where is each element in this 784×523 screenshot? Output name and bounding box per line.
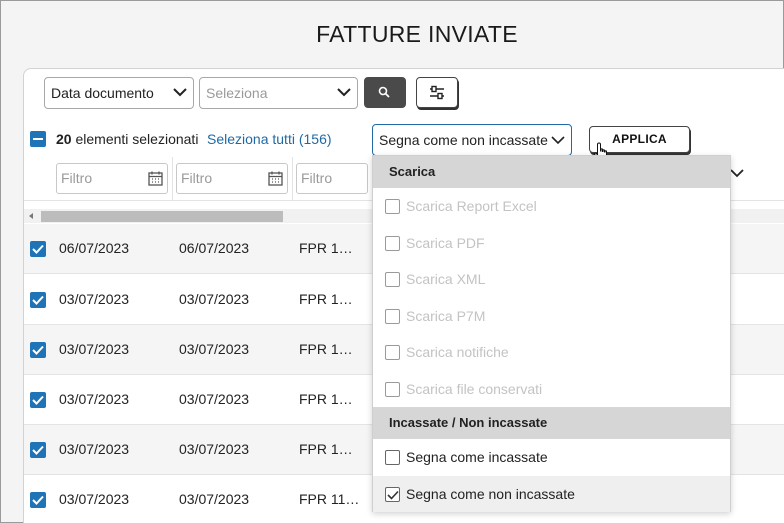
cell-number: FPR 1… [299,240,353,256]
filter-date1-input[interactable]: Filtro [56,163,168,194]
cell-date1: 03/07/2023 [59,391,130,407]
date-type-value: Data documento [51,85,154,101]
menu-item-label: Scarica file conservati [406,380,543,397]
cell-number: FPR 1… [299,441,353,457]
scroll-left-arrow-icon[interactable] [29,213,33,219]
menu-item-notifications: Scarica notifiche [373,334,730,371]
scrollbar-thumb[interactable] [41,211,283,222]
select-all-checkbox[interactable] [30,131,46,147]
check-icon [32,345,44,355]
search-button[interactable] [364,77,406,108]
chevron-down-icon [551,135,565,145]
menu-item-xml: Scarica XML [373,261,730,298]
menu-item-checkbox [385,272,400,287]
menu-item-label: Scarica Report Excel [406,198,537,214]
menu-item-p7m: Scarica P7M [373,298,730,335]
check-icon [387,490,399,500]
menu-item-checkbox [385,235,400,251]
menu-item-checkbox [385,308,400,324]
column-divider [172,157,173,201]
selection-count: 20 elementi selezionati [56,131,198,147]
cell-date1: 03/07/2023 [59,341,130,357]
select-all-link[interactable]: Seleziona tutti (156) [207,131,332,147]
cell-date2: 03/07/2023 [179,341,250,357]
filter-date2-input[interactable]: Filtro [176,163,288,194]
menu-item-pdf: Scarica PDF [373,225,730,262]
menu-item-label: Scarica PDF [406,234,485,251]
calendar-icon [268,171,283,186]
check-icon [32,244,44,254]
value-select-placeholder: Seleziona [206,85,268,101]
cell-number: FPR 1… [299,291,353,307]
check-icon [32,295,44,305]
menu-item-checkbox[interactable] [385,486,400,502]
menu-item-mark-paid[interactable]: Segna come incassate [373,439,730,476]
cell-number: FPR 1… [299,341,353,357]
app-window: FATTURE INVIATE Data documento Seleziona… [0,0,784,523]
menu-item-excel-report: Scarica Report Excel [373,188,730,225]
chevron-down-icon[interactable] [730,168,744,178]
menu-item-mark-unpaid[interactable]: Segna come non incassate [373,475,730,512]
cell-date1: 06/07/2023 [59,240,130,256]
menu-item-archived-files: Scarica file conservati [373,371,730,408]
cell-date2: 03/07/2023 [179,391,250,407]
menu-item-label: Scarica notifiche [406,344,509,360]
column-divider [292,157,293,201]
sliders-icon [430,85,444,100]
cell-date1: 03/07/2023 [59,291,130,307]
check-icon [32,445,44,455]
chevron-down-icon [173,88,187,97]
cell-date1: 03/07/2023 [59,491,130,507]
filter-date1-placeholder: Filtro [61,170,93,186]
menu-item-checkbox [385,199,400,214]
search-icon [378,86,390,98]
row-checkbox[interactable] [30,392,46,408]
cell-date2: 03/07/2023 [179,491,250,507]
bulk-action-dropdown-menu: Scarica Scarica Report Excel Scarica PDF… [372,155,731,512]
filter-number-placeholder: Filtro [301,170,333,186]
cell-date2: 06/07/2023 [179,240,250,256]
cell-number: FPR 1… [299,391,353,407]
row-checkbox[interactable] [30,442,46,458]
cell-number: FPR 11… [299,491,360,507]
row-checkbox[interactable] [30,292,46,308]
cell-date2: 03/07/2023 [179,291,250,307]
row-checkbox[interactable] [30,241,46,257]
filter-date2-placeholder: Filtro [181,170,213,186]
date-type-select[interactable]: Data documento [44,77,194,109]
row-checkbox[interactable] [30,342,46,358]
menu-item-checkbox[interactable] [385,450,400,465]
menu-group-paid-status: Incassate / Non incassate [373,407,730,439]
menu-item-label: Scarica XML [406,271,486,287]
menu-group-download: Scarica [373,156,730,188]
menu-item-label: Segna come incassate [406,449,548,465]
calendar-icon [148,171,163,186]
menu-item-checkbox [385,381,400,397]
bulk-action-select[interactable]: Segna come non incassate [372,124,572,156]
menu-item-label: Segna come non incassate [406,485,575,502]
advanced-filters-button[interactable] [416,77,458,108]
page-title: FATTURE INVIATE [316,21,518,47]
bulk-action-value: Segna come non incassate [379,132,548,148]
check-icon [32,495,44,505]
chevron-down-icon [337,88,351,97]
cell-date1: 03/07/2023 [59,441,130,457]
cell-date2: 03/07/2023 [179,441,250,457]
value-select[interactable]: Seleziona [199,77,358,109]
menu-item-label: Scarica P7M [406,307,486,324]
filter-number-input[interactable]: Filtro [296,163,368,194]
check-icon [32,395,44,405]
row-checkbox[interactable] [30,492,46,508]
selection-count-number: 20 [56,131,72,147]
selection-count-label: elementi selezionati [71,131,199,147]
menu-item-checkbox [385,345,400,360]
